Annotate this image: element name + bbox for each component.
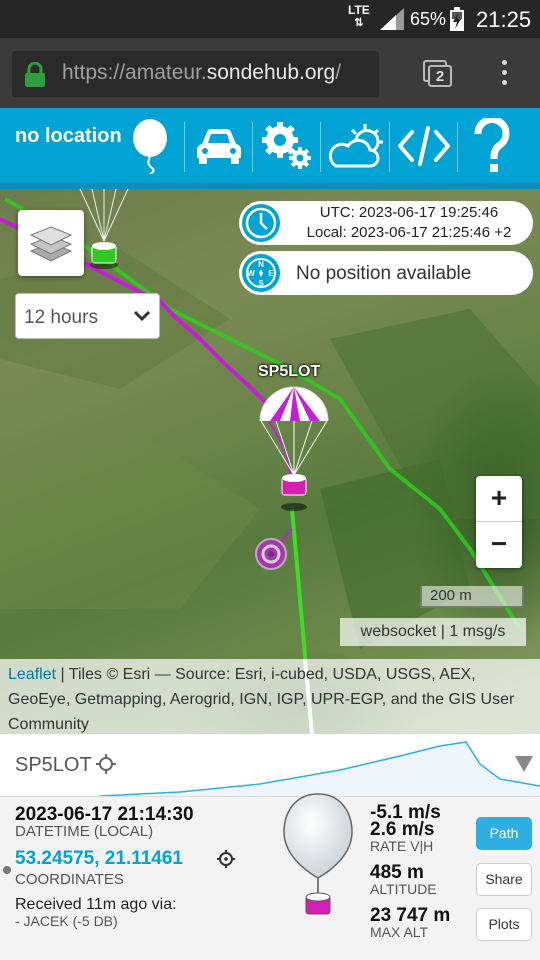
battery-percent: 65% [410, 9, 447, 29]
leaflet-link[interactable]: Leaflet [8, 666, 56, 683]
share-button[interactable]: Share [476, 863, 532, 896]
map-attribution: Leaflet | Tiles © Esri — Source: Esri, i… [0, 659, 540, 734]
balloon-icon [283, 793, 353, 915]
status-clock: 21:25 [476, 7, 532, 32]
browser-toolbar: https://amateur.sondehub.org/ 2 [0, 38, 540, 108]
clock-icon [242, 204, 280, 242]
time-range-value: 12 hours [24, 307, 98, 328]
settings-tool[interactable] [253, 108, 321, 183]
previous-payload-marker[interactable] [76, 189, 132, 269]
payload-parachute-marker[interactable] [256, 383, 332, 513]
weather-tool[interactable] [321, 108, 389, 183]
position-status: No position available [296, 263, 472, 284]
signal-icon [380, 8, 404, 30]
coordinates-label: COORDINATES [15, 871, 124, 888]
payload-callsign-label: SP5LOT [258, 363, 321, 380]
app-toolbar: no location [0, 108, 540, 189]
status-bar: LTE ⇅ 65% 21:25 [0, 0, 540, 38]
map-view[interactable]: 12 hours UTC: 2023-06-17 19:25:46 Local:… [0, 189, 540, 734]
app-root: LTE ⇅ 65% 21:25 https://amateur.sondehub… [0, 0, 540, 960]
help-icon [474, 117, 510, 172]
tabs-button[interactable]: 2 [423, 58, 453, 88]
position-panel[interactable]: N S W E No position available [239, 251, 533, 295]
payload-details: 2023-06-17 21:14:30 DATETIME (LOCAL) 53.… [0, 793, 540, 960]
datetime-label: DATETIME (LOCAL) [15, 823, 154, 840]
menu-dot [501, 70, 507, 75]
received-via: Received 11m ago via: [15, 896, 177, 913]
data-arrows-icon: ⇅ [354, 17, 364, 29]
landing-prediction-marker[interactable] [253, 536, 289, 572]
help-tool[interactable] [458, 108, 526, 183]
car-icon [197, 128, 241, 164]
payload-info-box: SP5LOT 2023-06-17 21:14:30 DATETIME (LOC… [0, 734, 540, 960]
scroll-indicator [3, 866, 11, 874]
compass-icon: N S W E [242, 254, 280, 292]
embed-code-icon [398, 125, 450, 166]
plots-button[interactable]: Plots [476, 908, 532, 941]
url-domain: sondehub.org [206, 61, 336, 84]
menu-dot [501, 80, 507, 85]
settings-icon [262, 121, 311, 169]
crosshair-icon[interactable] [96, 754, 116, 774]
lock-icon [25, 62, 45, 87]
layers-control[interactable] [18, 210, 84, 276]
websocket-status: websocket | 1 msg/s [340, 618, 526, 646]
browser-menu-button[interactable] [498, 60, 510, 88]
menu-dot [501, 60, 507, 65]
path-button[interactable]: Path [476, 817, 532, 850]
network-type: LTE [348, 3, 370, 17]
payload-callsign[interactable]: SP5LOT [15, 754, 92, 777]
clock-panel: UTC: 2023-06-17 19:25:46 Local: 2023-06-… [239, 201, 533, 245]
url-scheme: https://amateur. [62, 61, 207, 84]
zoom-control: + − [476, 476, 522, 568]
balloon-icon [133, 118, 167, 174]
zoom-out-button[interactable]: − [476, 522, 522, 568]
map-scale: 200 m [420, 586, 524, 608]
attribution-text: | Tiles © Esri — Source: Esri, i-cubed, … [8, 666, 515, 733]
crosshair-icon[interactable] [217, 850, 235, 868]
network-indicator: LTE ⇅ [348, 4, 370, 29]
chevron-down-icon [133, 310, 151, 322]
url-text: https://amateur.sondehub.org/ [62, 61, 341, 85]
zoom-in-button[interactable]: + [476, 476, 522, 522]
weather-icon [328, 123, 383, 167]
url-path: / [335, 61, 342, 84]
max-altitude-label: MAX ALT [370, 924, 429, 940]
collapse-triangle-icon[interactable] [515, 756, 533, 772]
svg-text:E: E [268, 269, 274, 278]
altitude-label: ALTITUDE [370, 881, 437, 897]
embed-tool[interactable] [390, 108, 458, 183]
utc-time: UTC: 2023-06-17 19:25:46 [319, 204, 499, 221]
svg-text:N: N [258, 260, 264, 269]
car-tool[interactable] [185, 108, 253, 183]
svg-text:W: W [247, 269, 255, 278]
battery-charging-icon [450, 7, 464, 31]
balloon-tool[interactable] [116, 108, 184, 183]
location-status[interactable]: no location [15, 124, 125, 149]
coordinates-value[interactable]: 53.24575, 21.11461 [15, 848, 183, 870]
time-range-select[interactable]: 12 hours [15, 293, 160, 339]
local-time: Local: 2023-06-17 21:25:46 +2 [306, 224, 512, 241]
receiver-station: - JACEK (-5 DB) [15, 913, 118, 929]
svg-text:S: S [258, 279, 264, 288]
rate-label: RATE V|H [370, 838, 434, 854]
url-field[interactable]: https://amateur.sondehub.org/ [12, 51, 379, 97]
tab-count: 2 [428, 65, 452, 87]
layers-icon [29, 226, 73, 262]
